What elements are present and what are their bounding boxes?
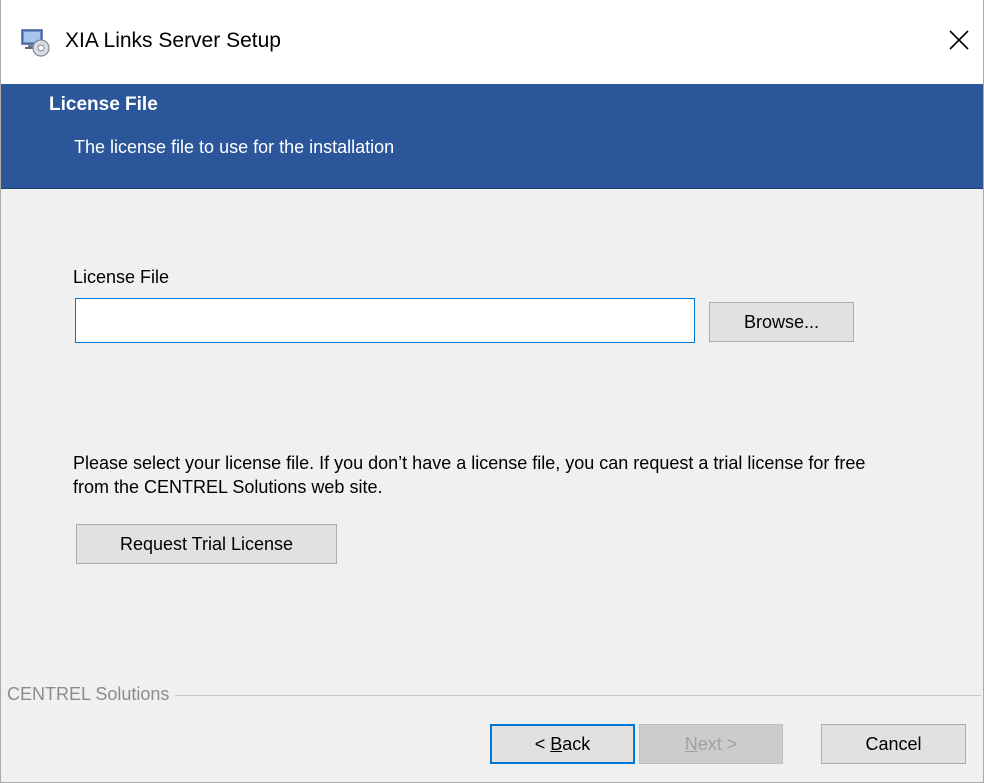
next-button[interactable]: Next > [639, 724, 783, 764]
banner-subtitle: The license file to use for the installa… [74, 137, 395, 157]
window-title: XIA Links Server Setup [65, 29, 281, 52]
banner-title: License File [49, 94, 158, 115]
request-trial-license-button[interactable]: Request Trial License [76, 524, 337, 564]
back-button-mnemonic: B [550, 733, 563, 754]
next-button-mnemonic: N [684, 733, 698, 754]
cancel-button[interactable]: Cancel [821, 724, 966, 764]
close-button[interactable] [935, 18, 983, 66]
back-button[interactable]: < Back [490, 724, 635, 764]
next-button-rest: ext > [697, 733, 738, 754]
footer-group-label: CENTREL Solutions [7, 684, 176, 705]
license-file-input[interactable] [75, 298, 695, 343]
license-file-label: License File [73, 267, 170, 287]
close-icon [948, 29, 970, 56]
license-help-text: Please select your license file. If you … [73, 453, 866, 497]
back-button-rest: ack [562, 733, 591, 754]
setup-window: XIA Links Server Setup License File The … [0, 0, 984, 783]
title-bar: XIA Links Server Setup [1, 0, 983, 84]
browse-button[interactable]: Browse... [709, 302, 854, 342]
back-button-prefix: < [534, 733, 551, 754]
setup-computer-icon [19, 26, 51, 58]
